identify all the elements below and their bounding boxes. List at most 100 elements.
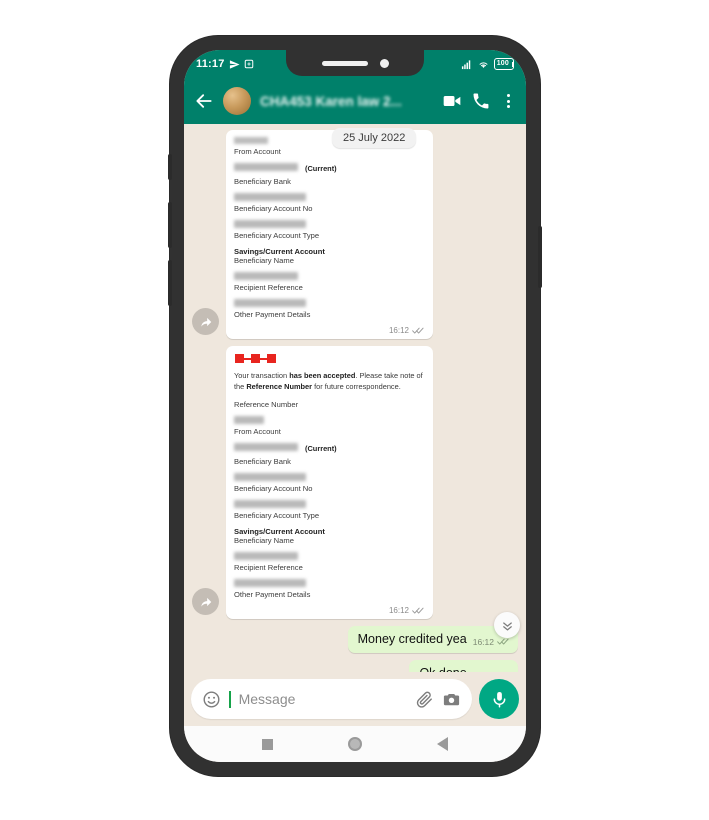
battery-indicator: 100 — [493, 58, 514, 70]
volume-up-button[interactable] — [168, 202, 172, 248]
field-from-account: From Account — [234, 147, 425, 156]
forward-arrow-icon[interactable] — [192, 588, 219, 616]
read-receipt-icon — [412, 327, 424, 334]
message-text: Money credited yea — [357, 632, 467, 647]
emoji-smiley-icon[interactable] — [202, 690, 221, 709]
phone-screen: 11:17 100 CHA453 Karen law 2... 25 July … — [184, 50, 526, 762]
power-button[interactable] — [538, 226, 542, 288]
circle-home-icon[interactable] — [347, 737, 362, 751]
front-camera — [379, 58, 389, 68]
message-meta: 16:12 — [473, 670, 510, 672]
field-from-account: From Account — [234, 416, 425, 436]
masked-value — [234, 193, 306, 201]
message-row: From Account (Current) Beneficiary Bank — [192, 130, 518, 339]
earpiece-speaker — [321, 60, 368, 66]
forward-arrow-icon[interactable] — [192, 308, 219, 335]
message-meta: 16:12 — [234, 606, 425, 615]
message-text: Ok done — [419, 666, 466, 672]
mute-switch-button[interactable] — [168, 154, 172, 180]
notice-bold-accepted: has been accepted — [289, 371, 356, 380]
field-recipient-reference: Recipient Reference — [234, 272, 425, 292]
field-other-payment-details: Other Payment Details — [234, 579, 425, 599]
masked-value — [234, 163, 298, 171]
masked-value — [234, 473, 306, 482]
volume-down-button[interactable] — [168, 260, 172, 306]
outgoing-bubble-money-credited[interactable]: Money credited yea 16:12 — [347, 626, 518, 653]
field-label: Beneficiary Bank — [234, 177, 291, 186]
message-list[interactable]: 25 July 2022 From Account (Current) Bene… — [184, 124, 526, 672]
field-label: From Account — [234, 427, 281, 437]
field-other-payment-details: Other Payment Details — [234, 299, 425, 319]
signal-icon — [461, 59, 470, 69]
read-receipt-icon — [497, 671, 510, 672]
field-value: Savings/Current Account — [234, 527, 325, 537]
send-arrow-icon — [229, 59, 240, 69]
message-row: Money credited yea 16:12 — [192, 626, 518, 653]
field-beneficiary-account-type: Beneficiary Account Type — [234, 220, 425, 240]
field-label: Beneficiary Account Type — [234, 231, 320, 240]
kebab-menu-icon[interactable] — [500, 94, 516, 108]
message-time: 16:12 — [473, 670, 494, 672]
read-receipt-icon — [412, 608, 424, 614]
scroll-to-bottom-button[interactable] — [494, 612, 520, 638]
message-time: 16:12 — [388, 326, 409, 335]
square-recents-icon[interactable] — [261, 738, 273, 750]
double-chevron-down-icon — [502, 621, 512, 630]
notice-prefix: Your transaction — [234, 371, 290, 380]
android-navigation-bar — [184, 726, 526, 762]
contact-avatar[interactable] — [223, 87, 251, 115]
account-type-tag: (Current) — [305, 164, 337, 173]
field-value: Savings/Current Account — [234, 247, 325, 256]
paperclip-icon[interactable] — [415, 690, 434, 709]
field-label: Beneficiary Account No — [234, 484, 313, 494]
masked-value — [234, 552, 298, 561]
outgoing-bubble-ok-done[interactable]: Ok done 16:12 — [409, 659, 518, 672]
field-beneficiary-account-no: Beneficiary Account No — [234, 193, 425, 213]
account-type-tag: (Current) — [305, 444, 337, 454]
notice-suffix: for future correspondence. — [312, 381, 401, 391]
message-meta: 16:12 — [473, 637, 510, 647]
receipt-bubble-1[interactable]: From Account (Current) Beneficiary Bank — [226, 130, 433, 339]
field-beneficiary-account-no: Beneficiary Account No — [234, 473, 425, 493]
triangle-back-icon[interactable] — [437, 737, 449, 751]
transaction-notice: Your transaction has been accepted. Plea… — [234, 371, 425, 392]
microphone-icon — [493, 691, 505, 708]
voice-record-button[interactable] — [479, 679, 519, 719]
masked-value — [234, 443, 298, 452]
masked-value-row: (Current) — [234, 443, 425, 454]
status-bar-left: 11:17 — [196, 58, 254, 70]
message-input-bar: Message — [184, 672, 526, 726]
field-beneficiary-name: Savings/Current Account Beneficiary Name — [234, 527, 425, 545]
message-input-container[interactable]: Message — [191, 679, 472, 719]
masked-value — [234, 220, 306, 228]
chat-header: CHA453 Karen law 2... — [184, 78, 526, 124]
masked-value — [234, 416, 264, 425]
message-row: Your transaction has been accepted. Plea… — [192, 346, 518, 620]
cut-off-value — [234, 137, 268, 144]
video-call-icon[interactable] — [442, 91, 462, 111]
field-label: From Account — [234, 147, 281, 156]
field-label: Recipient Reference — [234, 283, 303, 292]
field-beneficiary-bank: (Current) Beneficiary Bank — [234, 163, 425, 186]
screenshot-canvas: 11:17 100 CHA453 Karen law 2... 25 July … — [0, 0, 709, 820]
field-label: Reference Number — [234, 400, 299, 410]
phone-icon[interactable] — [471, 91, 491, 111]
masked-value — [234, 299, 306, 307]
field-label: Other Payment Details — [234, 590, 311, 600]
field-label: Other Payment Details — [234, 310, 311, 319]
display-notch — [286, 50, 424, 76]
message-time: 16:12 — [388, 606, 409, 616]
text-cursor — [229, 690, 231, 708]
phone-device-frame: 11:17 100 CHA453 Karen law 2... 25 July … — [168, 36, 542, 776]
field-label: Beneficiary Bank — [234, 457, 291, 467]
receipt-bubble-2[interactable]: Your transaction has been accepted. Plea… — [226, 346, 433, 620]
camera-icon[interactable] — [442, 690, 461, 709]
masked-value — [234, 500, 306, 509]
status-bar: 11:17 100 — [184, 50, 526, 78]
field-recipient-reference: Recipient Reference — [234, 552, 425, 572]
message-input[interactable]: Message — [239, 691, 407, 707]
field-label: Recipient Reference — [234, 563, 303, 573]
back-arrow-icon[interactable] — [194, 91, 214, 111]
contact-name[interactable]: CHA453 Karen law 2... — [260, 94, 433, 109]
notice-bold-reference: Reference Number — [246, 381, 313, 391]
